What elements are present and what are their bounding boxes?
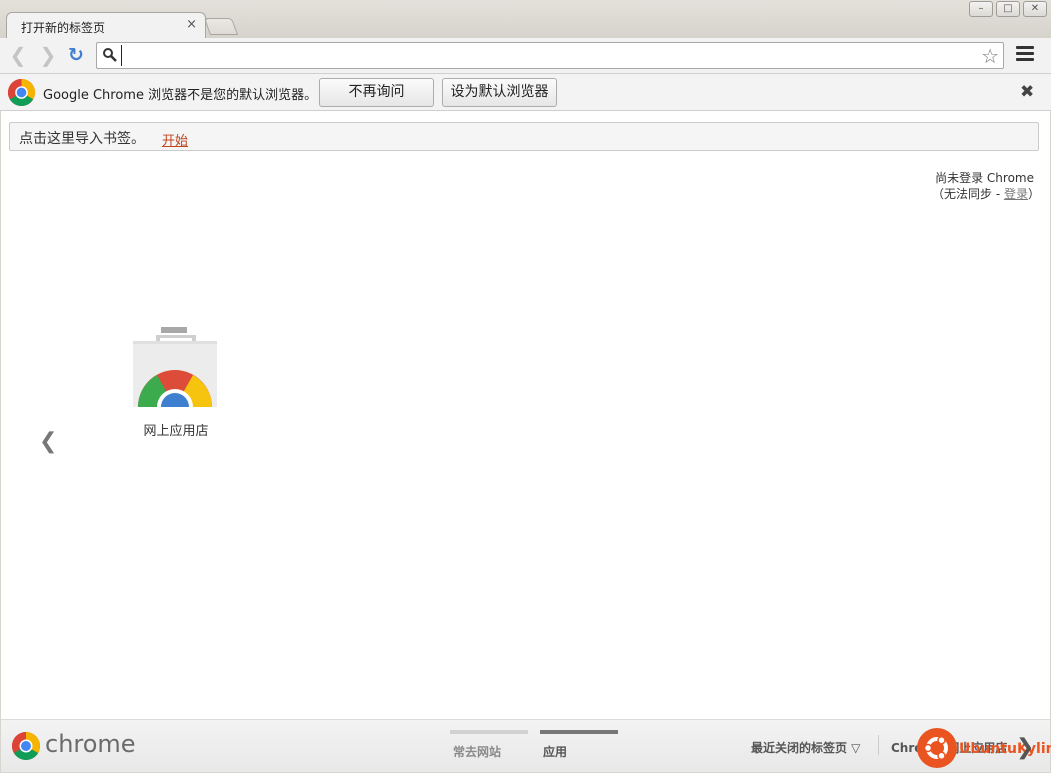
address-input[interactable]	[121, 45, 971, 66]
login-status: 尚未登录 Chrome	[935, 171, 1034, 185]
webstore-app-tile[interactable]: 网上应用店	[121, 321, 231, 441]
back-button[interactable]: ❮	[6, 43, 30, 67]
reload-icon[interactable]: ↻	[64, 43, 88, 67]
window-controls: – □ ✕	[969, 1, 1047, 17]
chrome-menu-icon[interactable]	[1016, 46, 1034, 64]
sync-status-prefix: （无法同步 -	[932, 187, 1004, 201]
tab-most-visited-label: 常去网站	[453, 745, 502, 759]
bookmark-import-text: 点击这里导入书签。	[19, 131, 145, 147]
browser-toolbar: ❮ ❯ ↻ ☆	[0, 38, 1051, 74]
tab-new-tab[interactable]: 打开新的标签页 ×	[6, 12, 206, 39]
tab-most-visited[interactable]: 常去网站	[450, 730, 528, 760]
dont-ask-button[interactable]: 不再询问	[319, 78, 434, 107]
new-tab-button[interactable]	[203, 18, 239, 35]
ubuntukylin-logo-icon	[917, 728, 957, 768]
sign-in-link[interactable]: 登录	[1004, 187, 1028, 201]
new-tab-page: 点击这里导入书签。 开始 尚未登录 Chrome （无法同步 - 登录） 网上应…	[1, 111, 1050, 719]
set-default-browser-button[interactable]: 设为默认浏览器	[442, 78, 557, 107]
sync-status-suffix: ）	[1027, 187, 1040, 201]
window-titlebar: 打开新的标签页 × – □ ✕	[0, 0, 1051, 39]
tab-indicator-active	[540, 730, 618, 734]
next-page-icon[interactable]: ❯	[1016, 735, 1034, 760]
infobar-close-icon[interactable]: ✖	[1020, 82, 1034, 102]
chrome-footer-logo-icon	[12, 732, 40, 760]
close-window-button[interactable]: ✕	[1023, 1, 1047, 17]
chrome-wordmark: chrome	[45, 730, 136, 758]
minimize-button[interactable]: –	[969, 1, 993, 17]
tab-apps-label: 应用	[543, 745, 568, 759]
forward-button[interactable]: ❯	[36, 43, 60, 67]
footer-divider	[878, 735, 879, 755]
tab-indicator	[450, 730, 528, 734]
bookmark-import-bar: 点击这里导入书签。 开始	[9, 122, 1039, 151]
default-browser-infobar: Google Chrome 浏览器不是您的默认浏览器。 不再询问 设为默认浏览器…	[0, 74, 1051, 111]
bookmark-star-icon[interactable]: ☆	[981, 44, 999, 68]
ntp-footer: chrome 常去网站 应用 最近关闭的标签页 ▽ Chrome 网上应用店 U…	[1, 719, 1051, 772]
import-start-link[interactable]: 开始	[162, 130, 188, 149]
tab-close-icon[interactable]: ×	[186, 17, 197, 32]
previous-page-icon[interactable]: ❮	[39, 429, 57, 454]
search-icon	[103, 48, 117, 62]
sync-status: （无法同步 - 登录）	[932, 185, 1040, 202]
watermark-text: UbuntuKylin	[959, 741, 1051, 757]
tab-title: 打开新的标签页	[21, 21, 106, 35]
webstore-app-label: 网上应用店	[143, 424, 209, 439]
webstore-app-icon	[133, 327, 217, 407]
recently-closed-menu[interactable]: 最近关闭的标签页 ▽	[751, 739, 860, 756]
omnibox[interactable]: ☆	[96, 42, 1004, 69]
tab-apps[interactable]: 应用	[540, 730, 618, 760]
maximize-button[interactable]: □	[996, 1, 1020, 17]
infobar-message: Google Chrome 浏览器不是您的默认浏览器。	[43, 88, 318, 103]
chrome-logo-icon	[7, 78, 36, 107]
